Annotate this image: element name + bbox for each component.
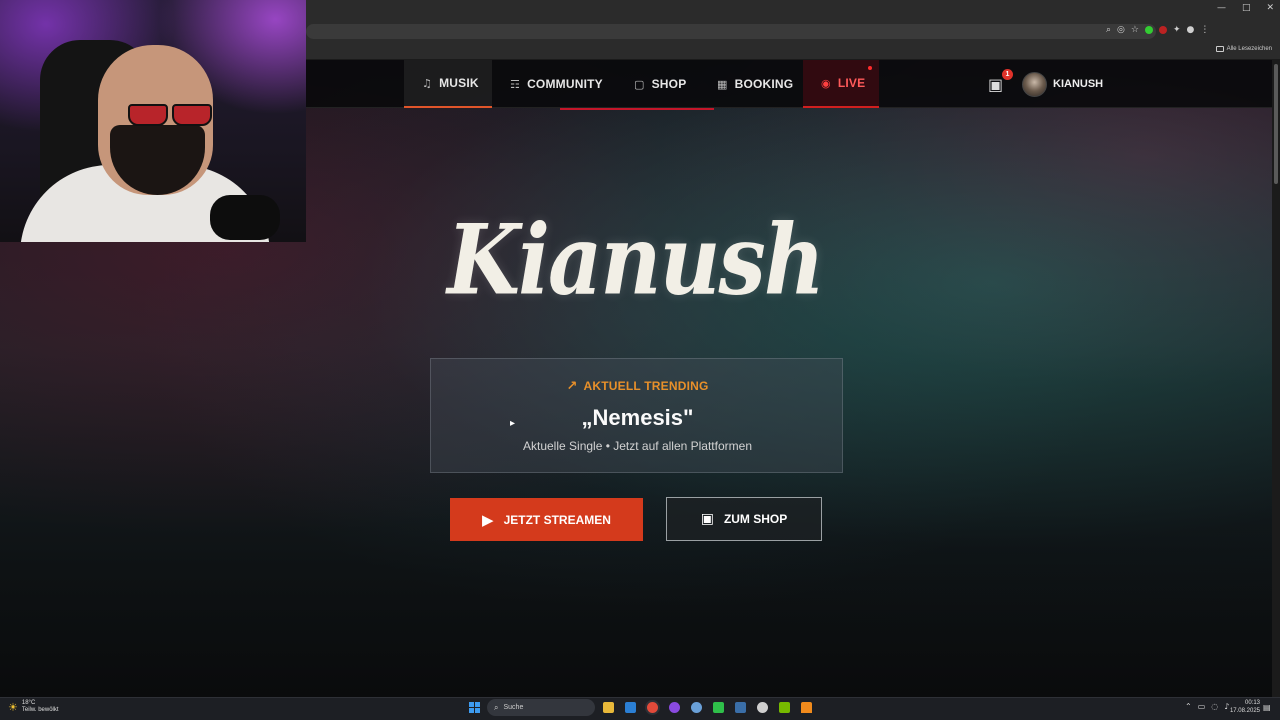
monitor-icon[interactable]: ▭ bbox=[1198, 702, 1206, 711]
nav-item-label: SHOP bbox=[651, 77, 687, 91]
bookmark-folder-label: Alle Lesezeichen bbox=[1226, 46, 1272, 52]
play-icon: ▶ bbox=[482, 510, 494, 529]
trending-label: ↗ AKTUELL TRENDING bbox=[431, 379, 844, 394]
address-bar[interactable] bbox=[306, 24, 1156, 39]
taskbar-search[interactable]: ⌕ Suche bbox=[487, 699, 595, 716]
steam-icon[interactable] bbox=[735, 702, 746, 713]
nav-item-label: BOOKING bbox=[734, 77, 794, 91]
to-shop-button[interactable]: ▣ ZUM SHOP bbox=[666, 497, 822, 541]
windows-start-icon[interactable] bbox=[469, 702, 480, 713]
broadcast-icon: ◉ bbox=[821, 76, 831, 90]
notification-icon[interactable]: ▤ bbox=[1263, 703, 1271, 712]
stream-now-button[interactable]: ▶ JETZT STREAMEN bbox=[450, 498, 643, 541]
search-placeholder: Suche bbox=[503, 704, 524, 711]
clock-time: 00:13 bbox=[1244, 700, 1260, 706]
trending-label-text: AKTUELL TRENDING bbox=[583, 379, 709, 393]
trending-up-icon: ↗ bbox=[566, 379, 578, 394]
shopping-bag-icon: ▣ bbox=[700, 511, 714, 527]
calendar-icon: ▦ bbox=[717, 77, 728, 91]
profile-icon[interactable]: ● bbox=[1187, 25, 1195, 35]
webcam-overlay bbox=[0, 0, 306, 242]
search-icon: ⌕ bbox=[494, 702, 499, 712]
eye-off-icon[interactable]: ◎ bbox=[1117, 25, 1125, 35]
folder-icon bbox=[1215, 46, 1224, 52]
window-controls: — □ ✕ bbox=[1217, 3, 1274, 13]
song-subtitle: Aktuelle Single • Jetzt auf allen Plattf… bbox=[523, 439, 752, 453]
mouse-cursor-icon: ▸ bbox=[510, 418, 516, 429]
nav-item-community[interactable]: ☶ COMMUNITY bbox=[510, 60, 603, 108]
windows-taskbar bbox=[0, 697, 1280, 720]
chevron-up-icon[interactable]: ⌃ bbox=[1185, 702, 1192, 711]
vlc-icon[interactable] bbox=[801, 702, 812, 713]
star-icon[interactable]: ☆ bbox=[1131, 25, 1139, 35]
extension-red-icon[interactable] bbox=[1158, 26, 1167, 34]
weather-icon: ☀ bbox=[8, 700, 18, 714]
nav-item-musik[interactable]: ♫ MUSIK bbox=[404, 60, 492, 108]
shopping-bag-icon: ▢ bbox=[634, 77, 645, 91]
live-indicator-dot bbox=[868, 66, 872, 70]
nvidia-icon[interactable] bbox=[779, 702, 790, 713]
zoom-icon[interactable]: ⌕ bbox=[1106, 25, 1111, 35]
taskbar-clock[interactable]: 00:13 17.08.2025 bbox=[1226, 699, 1260, 715]
music-note-icon: ♫ bbox=[422, 76, 433, 90]
nav-item-label: COMMUNITY bbox=[527, 77, 603, 91]
cart-count-badge: 1 bbox=[1002, 69, 1013, 80]
nav-item-label: LIVE bbox=[837, 76, 866, 90]
kianush-logo: Kianush bbox=[430, 203, 840, 340]
streamer-glasses bbox=[128, 104, 218, 126]
clock-date: 17.08.2025 bbox=[1229, 708, 1260, 714]
nav-item-shop[interactable]: ▢ SHOP bbox=[634, 60, 686, 108]
song-title: „Nemesis" bbox=[581, 405, 694, 430]
maximize-icon[interactable]: □ bbox=[1242, 3, 1251, 13]
app-icon-green[interactable] bbox=[713, 702, 724, 713]
weather-widget[interactable]: ☀ 18°C Teilw. bewölkt bbox=[8, 700, 59, 714]
browser-toolbar-icons: ⌕ ◎ ☆ ✦ ● ⋮ bbox=[1106, 25, 1209, 35]
cart-icon[interactable]: ▣ bbox=[988, 75, 1003, 94]
microphone bbox=[210, 195, 280, 240]
extensions-icon[interactable]: ✦ bbox=[1173, 25, 1181, 35]
outlook-icon[interactable] bbox=[625, 702, 636, 713]
discord-icon[interactable] bbox=[669, 702, 680, 713]
trending-card: ↗ AKTUELL TRENDING „Nemesis" Aktuelle Sin… bbox=[430, 358, 843, 473]
app-icon-blue[interactable] bbox=[691, 702, 702, 713]
file-explorer-icon[interactable] bbox=[603, 702, 614, 713]
users-icon: ☶ bbox=[510, 77, 521, 91]
system-tray: ⌃ ▭ ◌ ♪ bbox=[1185, 702, 1229, 711]
logo-text: Kianush bbox=[447, 202, 825, 317]
weather-temp: 18°C bbox=[21, 700, 36, 706]
nav-hover-underline bbox=[560, 108, 714, 110]
to-shop-label: ZUM SHOP bbox=[723, 512, 788, 526]
bookmark-folder-all[interactable]: Alle Lesezeichen bbox=[1215, 46, 1272, 52]
network-icon[interactable]: ◌ bbox=[1211, 702, 1218, 711]
stream-now-label: JETZT STREAMEN bbox=[503, 512, 611, 527]
nav-item-booking[interactable]: ▦ BOOKING bbox=[717, 60, 793, 108]
extension-green-icon[interactable] bbox=[1144, 26, 1153, 34]
scrollbar-thumb[interactable] bbox=[1274, 64, 1278, 184]
close-icon[interactable]: ✕ bbox=[1266, 3, 1274, 13]
nav-item-label: MUSIK bbox=[439, 76, 479, 90]
menu-icon[interactable]: ⋮ bbox=[1200, 25, 1209, 35]
user-name[interactable]: KIANUSH bbox=[1053, 78, 1103, 90]
settings-gear-icon[interactable] bbox=[757, 702, 768, 713]
minimize-icon[interactable]: — bbox=[1217, 3, 1226, 13]
user-avatar[interactable] bbox=[1022, 72, 1047, 97]
chrome-icon[interactable] bbox=[647, 702, 658, 713]
weather-desc: Teilw. bewölkt bbox=[21, 707, 59, 713]
